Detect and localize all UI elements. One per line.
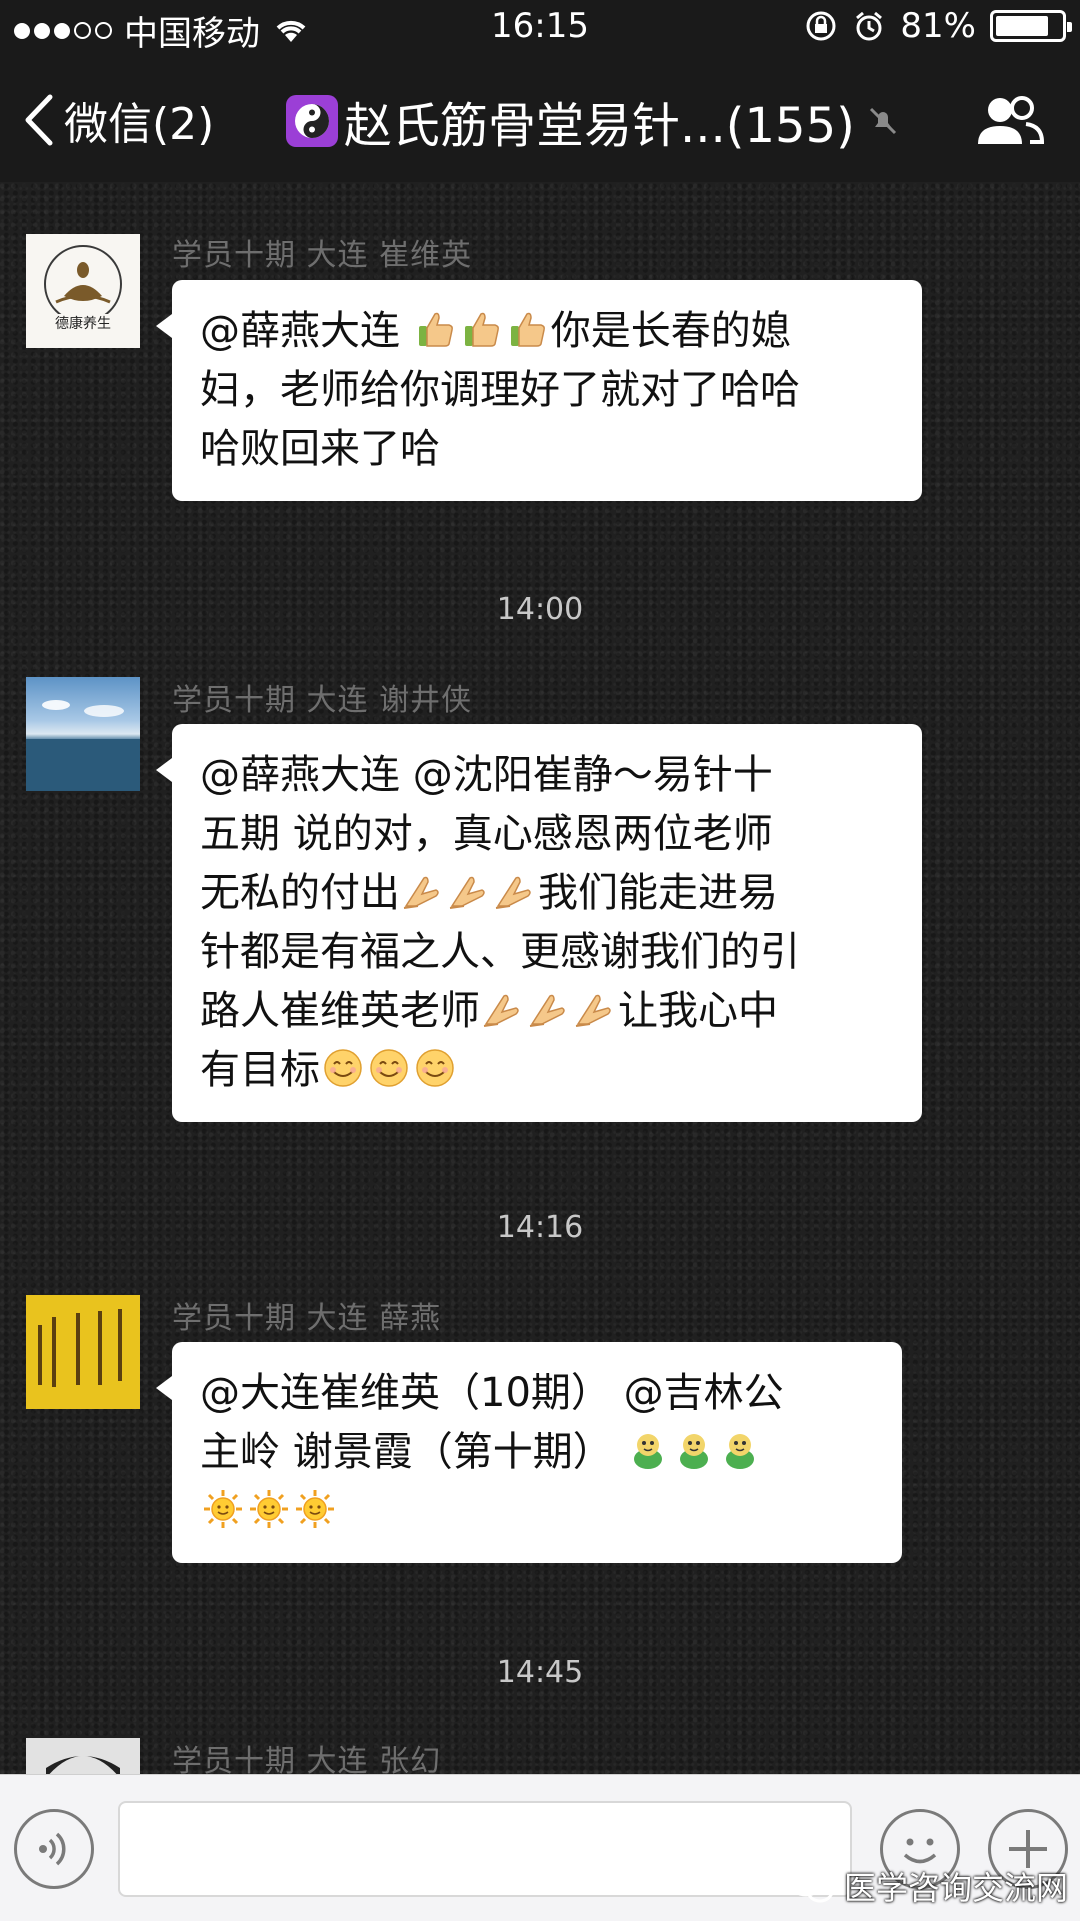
message-text-input[interactable]	[118, 1801, 852, 1897]
message-text: 我们能走进易	[538, 870, 778, 916]
frog-emoji	[673, 1429, 715, 1471]
pray-emoji	[494, 870, 536, 912]
back-button[interactable]: 微信(2)	[22, 88, 214, 152]
message-line: 针都是有福之人、更感谢我们的引	[200, 923, 894, 982]
group-members-icon[interactable]	[974, 92, 1046, 152]
message-line: 无私的付出 我们能走进易	[200, 864, 894, 923]
sender-name: 学员十期 大连 张幻	[172, 1744, 442, 1774]
sun-emoji	[294, 1488, 336, 1530]
sender-name: 学员十期 大连 谢井侠	[172, 683, 473, 718]
message-text: @大连崔维英（10期） @吉林公	[200, 1370, 784, 1416]
message-text: 妇，老师给你调理好了就对了哈哈	[200, 367, 800, 413]
message-bubble[interactable]: @薛燕大连 你是长春的媳妇，老师给你调理好了就对了哈哈 哈败回来了哈	[156, 280, 922, 501]
battery-icon	[990, 10, 1072, 42]
thumbs-up-emoji	[461, 308, 503, 350]
alarm-icon	[856, 11, 883, 41]
timestamp: 14:45	[496, 1655, 584, 1690]
status-right: 81%	[804, 6, 1072, 46]
message-text: 让我心中	[618, 988, 778, 1034]
avatar-sea-image	[26, 700, 140, 791]
pray-emoji	[448, 870, 490, 912]
message-text: @薛燕大连 @沈阳崔静～易针十	[200, 752, 773, 798]
message-line: 主岭 谢景霞（第十期）	[200, 1423, 874, 1482]
wechat-logo-icon	[789, 1869, 834, 1903]
frog-emoji	[719, 1429, 761, 1471]
message-input-bar: 医学咨询交流网	[0, 1774, 1080, 1921]
pray-emoji	[574, 988, 616, 1030]
message-text: 有目标	[200, 1047, 320, 1093]
avatar-logo: 德康养生	[44, 245, 122, 332]
pray-emoji	[482, 988, 524, 1030]
avatar-logo-text: 德康养生	[55, 315, 111, 332]
sender-name: 学员十期 大连 崔维英	[172, 238, 473, 273]
mute-notifications-icon	[869, 107, 896, 135]
sun-emoji	[202, 1488, 244, 1530]
frog-emoji	[627, 1429, 669, 1471]
message-line: 哈败回来了哈	[200, 420, 894, 479]
avatar[interactable]: 德康养生	[26, 234, 140, 348]
watermark-text: 医学咨询交流网	[843, 1869, 1068, 1907]
chat-header: 微信(2) 赵氏筋骨堂易针...(155)	[0, 58, 1080, 182]
watermark: 医学咨询交流网	[788, 1863, 1068, 1909]
message-line: 五期 说的对，真心感恩两位老师	[200, 805, 894, 864]
yin-yang-icon	[286, 95, 338, 147]
smile-emoji	[414, 1047, 456, 1089]
message-line: @薛燕大连 你是长春的媳	[200, 302, 894, 361]
message-line: 有目标	[200, 1041, 894, 1100]
voice-icon	[39, 1832, 66, 1866]
message-line: 路人崔维英老师 让我心中	[200, 982, 894, 1041]
pray-emoji	[528, 988, 570, 1030]
smile-emoji	[368, 1047, 410, 1089]
sender-name: 学员十期 大连 薛燕	[172, 1301, 442, 1336]
sun-emoji	[248, 1488, 290, 1530]
chat-message-list[interactable]: 德康养生 学员十期 大连 崔维英 @薛燕大连 你是长春的媳妇，老师给你调理好了就…	[0, 182, 1080, 1774]
chevron-left-icon	[25, 94, 53, 146]
battery-level-fill	[996, 16, 1048, 36]
avatar-calligraphy-image	[26, 1295, 140, 1409]
message-line: 妇，老师给你调理好了就对了哈哈	[200, 361, 894, 420]
avatar[interactable]	[26, 1295, 140, 1409]
chat-title: 赵氏筋骨堂易针...(155)	[286, 86, 899, 156]
message-line: @薛燕大连 @沈阳崔静～易针十	[200, 746, 894, 805]
avatar[interactable]	[26, 677, 140, 791]
thumbs-up-emoji	[415, 308, 457, 350]
message-bubble[interactable]: @薛燕大连 @沈阳崔静～易针十 五期 说的对，真心感恩两位老师 无私的付出 我们能走进…	[156, 724, 922, 1122]
avatar[interactable]	[26, 1738, 140, 1774]
message-line	[200, 1482, 874, 1541]
avatar-portrait-image	[26, 1738, 140, 1774]
group-name: 赵氏筋骨堂易针...(155)	[344, 98, 855, 154]
message-text: 你是长春的媳	[550, 308, 791, 354]
voice-input-button[interactable]	[14, 1809, 94, 1889]
message-bubble[interactable]: @大连崔维英（10期） @吉林公 主岭 谢景霞（第十期）	[156, 1342, 902, 1563]
back-label: 微信(2)	[64, 99, 215, 150]
message-text: 无私的付出	[200, 870, 400, 916]
timestamp: 14:00	[496, 592, 584, 627]
smile-emoji	[322, 1047, 364, 1089]
message-text: 针都是有福之人、更感谢我们的引	[200, 929, 800, 975]
message-text: 主岭 谢景霞（第十期）	[200, 1429, 626, 1475]
pray-emoji	[402, 870, 444, 912]
rotation-lock-icon	[806, 11, 836, 41]
status-bar: 中国移动 16:15 81%	[0, 0, 1080, 58]
message-line: @大连崔维英（10期） @吉林公	[200, 1364, 874, 1423]
message-text: 哈败回来了哈	[200, 426, 440, 472]
thumbs-up-emoji	[507, 308, 549, 350]
message-text: 五期 说的对，真心感恩两位老师	[200, 811, 773, 857]
battery-percent: 81%	[900, 6, 976, 46]
message-text: @薛燕大连	[200, 308, 413, 354]
timestamp: 14:16	[496, 1210, 584, 1245]
message-text: 路人崔维英老师	[200, 988, 480, 1034]
